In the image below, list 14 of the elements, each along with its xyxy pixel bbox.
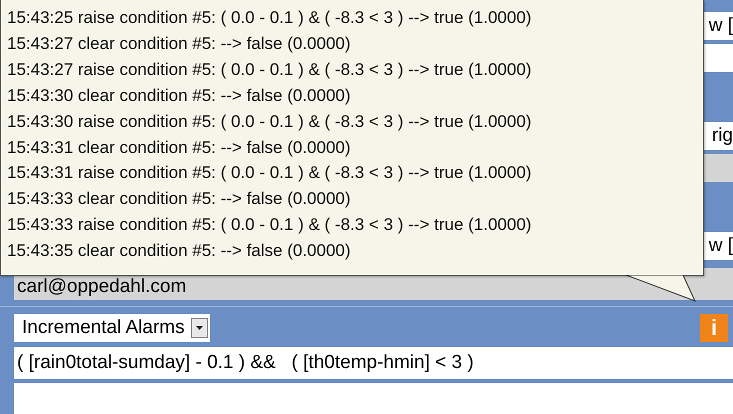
log-line: 15:43:30 clear condition #5: --> false (0.0000) [7,84,352,107]
alarm-type-dropdown[interactable]: Incremental Alarms [14,314,210,342]
log-line: 15:43:33 clear condition #5: --> false (0.0000) [7,188,352,210]
log-line: 15:43:25 raise condition #5: ( 0.0 - 0.1 ) & ( -8.3 < 3 ) --> true (1.0000) [7,7,532,29]
caret-icon [190,318,208,338]
log-line: 15:43:27 raise condition #5: ( 0.0 - 0.1 ) & ( -8.3 < 3 ) --> true (1.0000) [7,58,532,81]
condition-field[interactable]: ( [rain0total-sumday] - 0.1 ) && ( [th0temp-hmin] < 3 ) [14,347,733,379]
text-field[interactable] [14,383,733,414]
log-line: 15:43:31 clear condition #5: --> false (0.0000) [7,136,352,159]
log-line: 15:43:33 raise condition #5: ( 0.0 - 0.1 ) & ( -8.3 < 3 ) --> true (1.0000) [7,214,532,236]
log-line: 15:43:30 raise condition #5: ( 0.0 - 0.1 ) & ( -8.3 < 3 ) --> true (1.0000) [7,110,532,133]
log-line: 15:43:35 clear condition #5: --> false (0.0000) [7,240,352,262]
log-line: 15:43:27 clear condition #5: --> false (0.0000) [7,32,352,55]
log-line: 15:43:31 raise condition #5: ( 0.0 - 0.1 ) & ( -8.3 < 3 ) --> true (1.0000) [7,162,532,184]
